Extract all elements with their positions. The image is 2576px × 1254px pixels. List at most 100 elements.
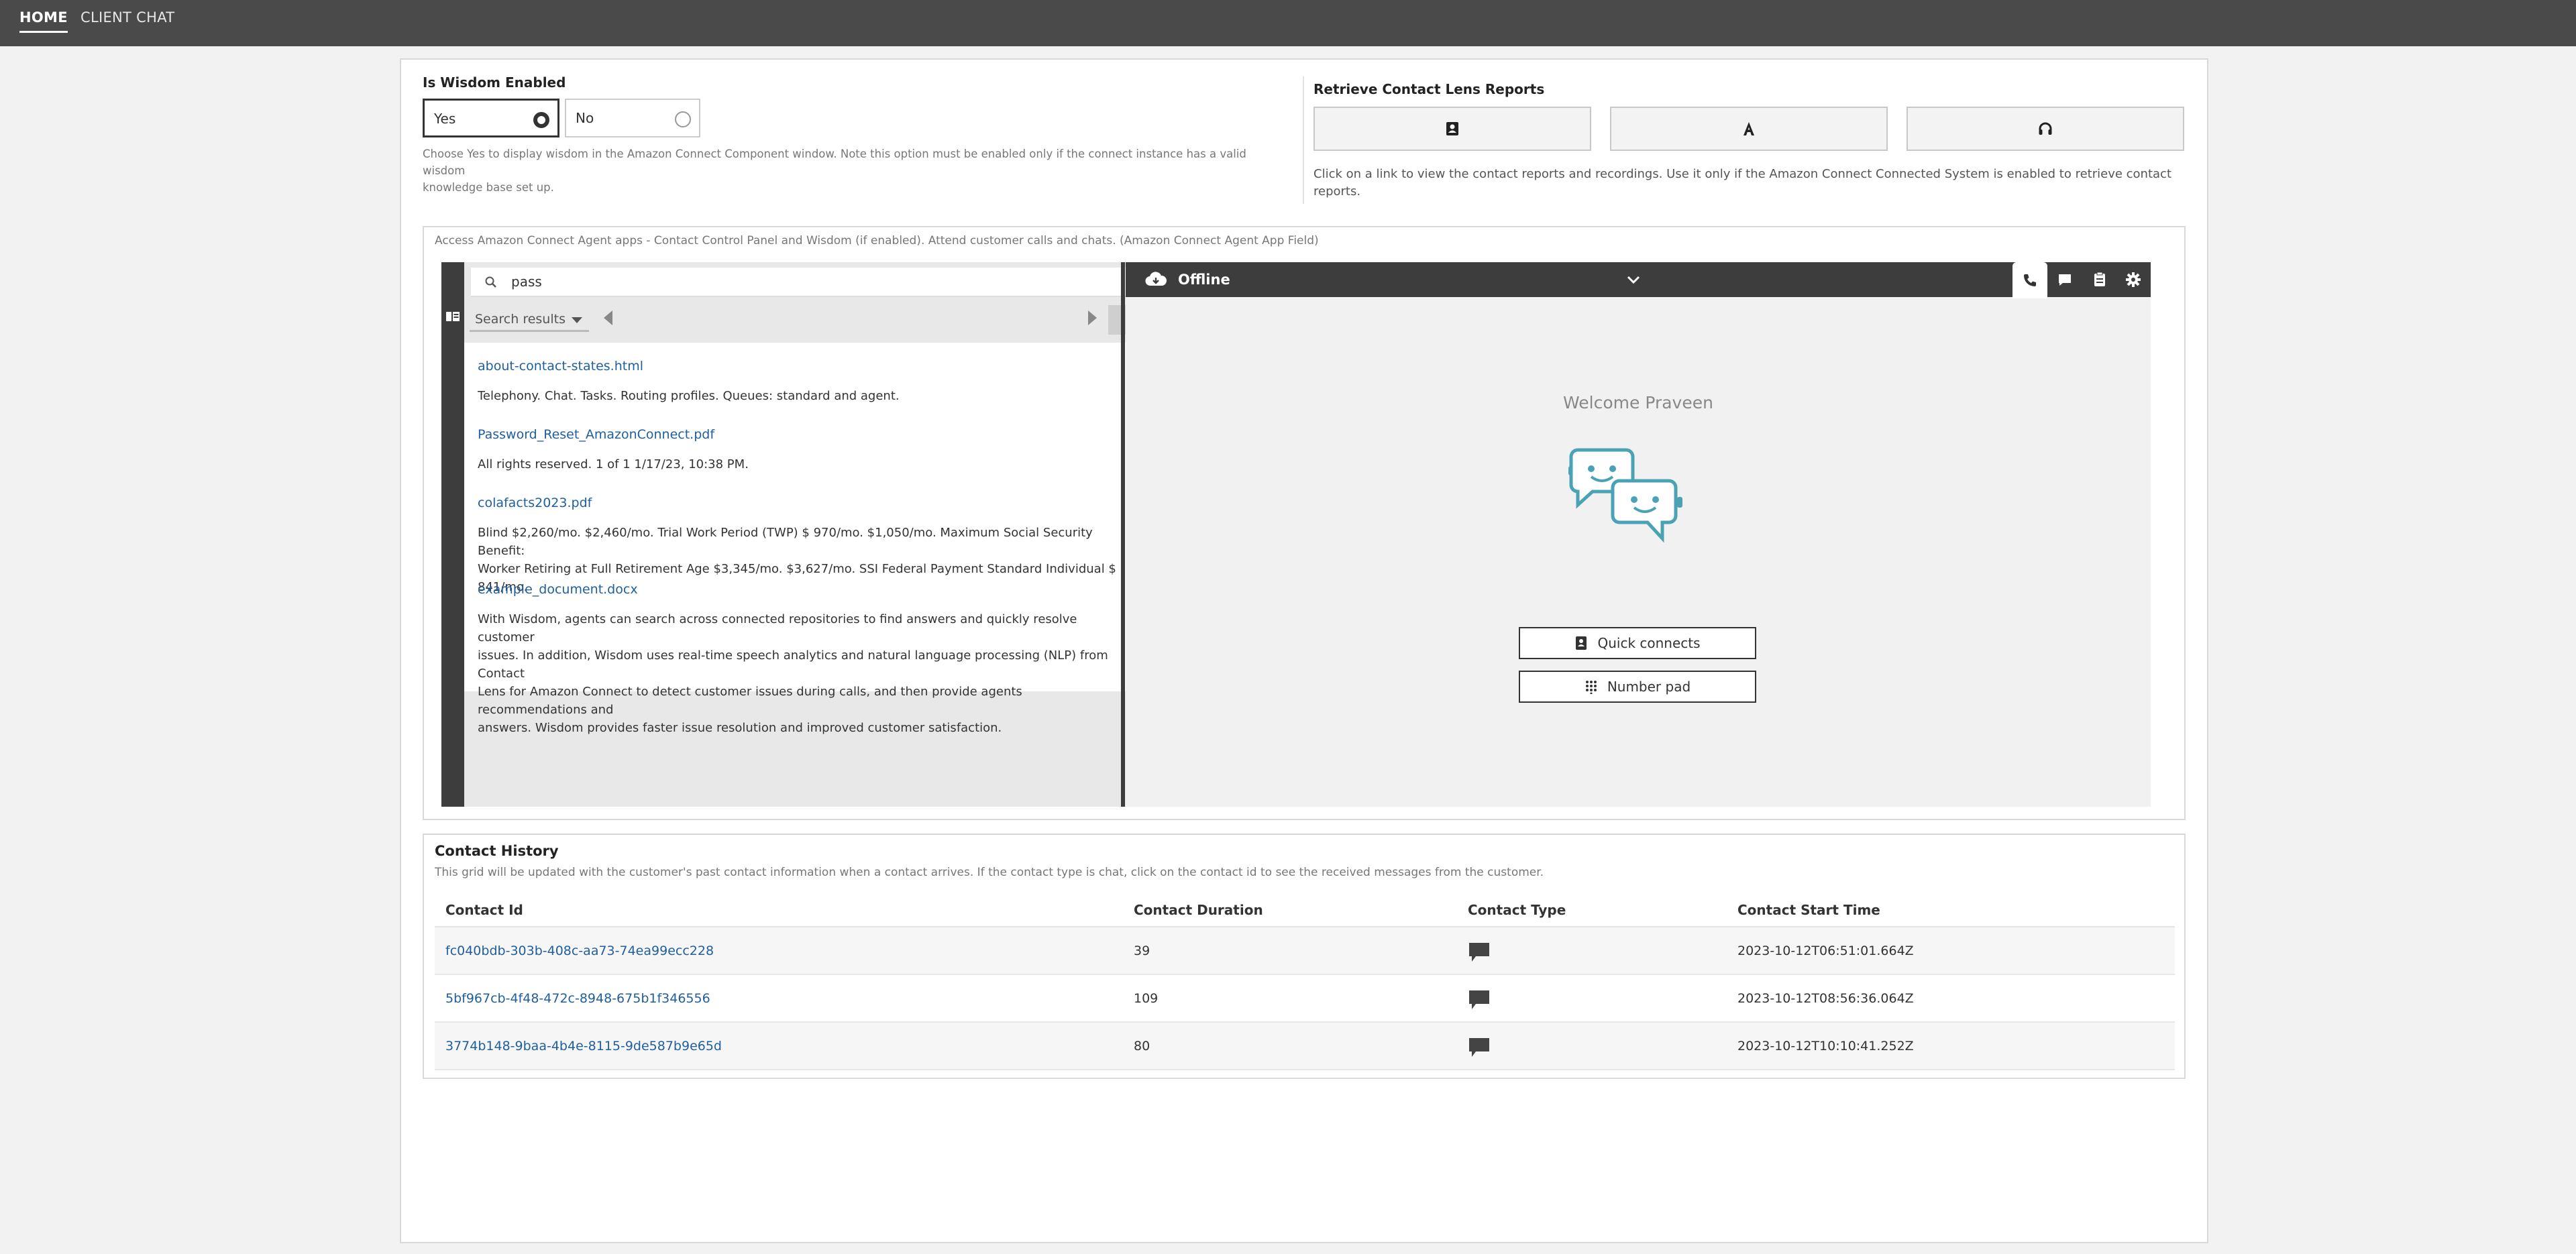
chat-icon — [1469, 943, 1489, 962]
top-nav-bar: HOME CLIENT CHAT — [0, 0, 2576, 46]
cloud-status-icon — [1145, 272, 1167, 286]
lens-recording-button[interactable] — [1907, 107, 2184, 151]
settings-tab[interactable] — [2116, 262, 2151, 297]
result-title-link[interactable]: about-contact-states.html — [478, 359, 1128, 374]
result-title-link[interactable]: example_document.docx — [478, 582, 1128, 597]
contact-start-time: 2023-10-12T08:56:36.064Z — [1737, 991, 1914, 1006]
search-results-dropdown-label: Search results — [475, 312, 566, 327]
wisdom-option-yes-label: Yes — [434, 111, 456, 127]
quick-connects-label: Quick connects — [1597, 635, 1701, 651]
contacts-book-icon — [1576, 636, 1587, 650]
wisdom-help-text: Choose Yes to display wisdom in the Amaz… — [423, 146, 1288, 196]
search-results-dropdown[interactable]: Search results — [470, 306, 589, 332]
agent-status[interactable]: Offline — [1178, 272, 1230, 288]
wisdom-sidebar — [441, 262, 464, 807]
wisdom-search-input[interactable]: pass — [511, 274, 542, 290]
result-snippet-line: issues. In addition, Wisdom uses real-ti… — [478, 648, 1108, 681]
tab-home[interactable]: HOME — [19, 9, 68, 33]
letter-a-icon — [1743, 122, 1754, 135]
welcome-message: Welcome Praveen — [1563, 393, 1713, 412]
lens-help-line-1: Click on a link to view the contact repo… — [1313, 167, 2172, 181]
column-header-contact-duration[interactable]: Contact Duration — [1134, 902, 1263, 918]
section-divider — [1303, 76, 1304, 204]
result-title-link[interactable]: colafacts2023.pdf — [478, 496, 1128, 510]
scroll-left-icon[interactable] — [604, 310, 612, 325]
contact-history-box: Contact History This grid will be update… — [423, 834, 2186, 1079]
result-snippet-line: With Wisdom, agents can search across co… — [478, 612, 1077, 644]
result-item: example_document.docx With Wisdom, agent… — [478, 582, 1128, 737]
chevron-down-icon[interactable] — [1626, 274, 1641, 285]
result-snippet-line: answers. Wisdom provides faster issue re… — [478, 721, 1002, 735]
contact-history-table: Contact Id Contact Duration Contact Type… — [435, 891, 2175, 1070]
contact-start-time: 2023-10-12T10:10:41.252Z — [1737, 1039, 1914, 1053]
dialpad-icon — [1585, 681, 1597, 694]
chevron-down-icon — [572, 317, 582, 323]
clipboard-icon — [2094, 272, 2105, 286]
contact-control-panel: Offline Welcome Praveen Quick connects N… — [1126, 262, 2151, 807]
table-row: fc040bdb-303b-408c-aa73-74ea99ecc228 39 … — [435, 927, 2175, 975]
result-item: Password_Reset_AmazonConnect.pdf All rig… — [478, 427, 1128, 473]
wisdom-panel: pass Search results about-contact-states… — [441, 262, 1138, 807]
lens-analytics-button[interactable] — [1610, 107, 1888, 151]
wisdom-option-no[interactable]: No — [565, 99, 700, 137]
agent-apps-box: Access Amazon Connect Agent apps - Conta… — [423, 226, 2186, 820]
wisdom-tabs-row: Search results — [464, 301, 1138, 336]
contact-id-link[interactable]: 3774b148-9baa-4b4e-8115-9de587b9e65d — [445, 1039, 722, 1053]
lens-contact-report-button[interactable] — [1313, 107, 1591, 151]
wisdom-help-line-1: Choose Yes to display wisdom in the Amaz… — [423, 148, 1246, 177]
tab-client-chat[interactable]: CLIENT CHAT — [80, 9, 174, 25]
table-row: 3774b148-9baa-4b4e-8115-9de587b9e65d 80 … — [435, 1023, 2175, 1070]
chatbots-illustration-icon — [1568, 448, 1682, 543]
gear-icon — [2126, 272, 2141, 287]
result-snippet-line: Blind $2,260/mo. $2,460/mo. Trial Work P… — [478, 526, 1093, 558]
wisdom-option-no-label: No — [576, 110, 594, 126]
chat-tab[interactable] — [2047, 262, 2082, 297]
contact-id-link[interactable]: fc040bdb-303b-408c-aa73-74ea99ecc228 — [445, 944, 714, 958]
result-item: colafacts2023.pdf Blind $2,260/mo. $2,46… — [478, 496, 1128, 596]
column-header-contact-type[interactable]: Contact Type — [1468, 902, 1566, 918]
contact-history-title: Contact History — [435, 843, 559, 859]
chat-icon — [1469, 1038, 1489, 1057]
contact-history-subtitle: This grid will be updated with the custo… — [435, 866, 1544, 879]
chat-icon — [1469, 990, 1489, 1009]
contact-duration: 109 — [1134, 991, 1159, 1006]
phone-icon — [2024, 274, 2036, 286]
wisdom-results-list: about-contact-states.html Telephony. Cha… — [464, 343, 1138, 735]
result-snippet-line: Lens for Amazon Connect to detect custom… — [478, 685, 1022, 717]
result-item: about-contact-states.html Telephony. Cha… — [478, 359, 1128, 405]
chat-icon — [2059, 274, 2071, 286]
book-icon[interactable] — [445, 310, 460, 323]
table-header: Contact Id Contact Duration Contact Type… — [435, 891, 2175, 927]
agent-apps-caption: Access Amazon Connect Agent apps - Conta… — [435, 234, 1319, 247]
result-snippet-line: Telephony. Chat. Tasks. Routing profiles… — [478, 389, 900, 403]
table-row: 5bf967cb-4f48-472c-8948-675b1f346556 109… — [435, 975, 2175, 1023]
contact-duration: 39 — [1134, 944, 1150, 958]
ccp-header: Offline — [1126, 262, 2151, 298]
wisdom-search-box[interactable]: pass — [471, 268, 1135, 297]
result-title-link[interactable]: Password_Reset_AmazonConnect.pdf — [478, 427, 1128, 442]
phone-tab[interactable] — [2012, 262, 2047, 298]
result-snippet: With Wisdom, agents can search across co… — [478, 610, 1128, 737]
scroll-right-icon[interactable] — [1088, 310, 1097, 325]
result-snippet-line: All rights reserved. 1 of 1 1/17/23, 10:… — [478, 457, 749, 471]
lens-title: Retrieve Contact Lens Reports — [1313, 81, 1545, 97]
tasks-tab[interactable] — [2082, 262, 2117, 297]
wisdom-option-yes[interactable]: Yes — [423, 99, 559, 137]
radio-selected-icon — [533, 112, 549, 128]
quick-connects-button[interactable]: Quick connects — [1519, 627, 1756, 659]
number-pad-button[interactable]: Number pad — [1519, 671, 1756, 703]
contact-card-icon — [1446, 122, 1458, 135]
result-snippet: Telephony. Chat. Tasks. Routing profiles… — [478, 387, 1128, 405]
headset-icon — [2039, 122, 2052, 135]
wisdom-title: Is Wisdom Enabled — [423, 74, 566, 91]
contact-duration: 80 — [1134, 1039, 1150, 1053]
lens-help-line-2: reports. — [1313, 184, 1361, 198]
contact-start-time: 2023-10-12T06:51:01.664Z — [1737, 944, 1914, 958]
result-snippet: All rights reserved. 1 of 1 1/17/23, 10:… — [478, 455, 1128, 473]
column-header-contact-id[interactable]: Contact Id — [445, 902, 523, 918]
column-header-contact-start-time[interactable]: Contact Start Time — [1737, 902, 1880, 918]
main-panel: Is Wisdom Enabled Yes No Choose Yes to d… — [400, 58, 2208, 1243]
lens-help-text: Click on a link to view the contact repo… — [1313, 166, 2192, 201]
contact-id-link[interactable]: 5bf967cb-4f48-472c-8948-675b1f346556 — [445, 991, 710, 1006]
panel-resize-handle[interactable] — [1121, 262, 1125, 807]
